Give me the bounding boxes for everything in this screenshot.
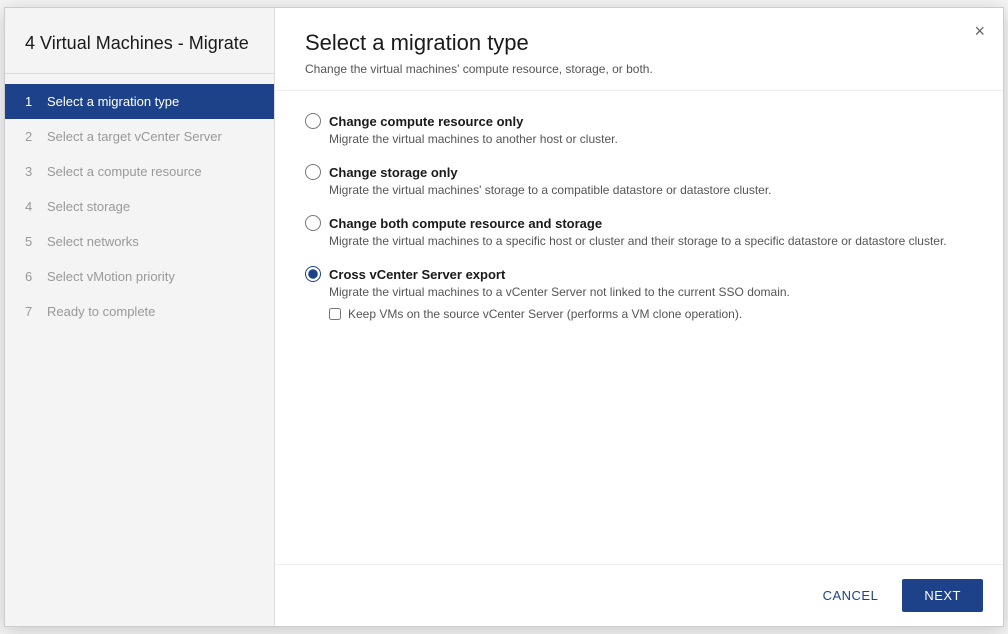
main-panel: Select a migration type Change the virtu…	[275, 8, 1003, 626]
main-title: Select a migration type	[305, 30, 973, 56]
radio-label-text-4[interactable]: Cross vCenter Server export	[329, 267, 505, 282]
step-label: Ready to complete	[47, 304, 155, 319]
radio-desc-4: Migrate the virtual machines to a vCente…	[329, 285, 973, 299]
sidebar-title: 4 Virtual Machines - Migrate	[5, 8, 274, 74]
radio-option-1: Change compute resource only Migrate the …	[305, 113, 973, 146]
radio-label-text-3[interactable]: Change both compute resource and storage	[329, 216, 602, 231]
radio-input-3[interactable]	[305, 215, 321, 231]
radio-label-row-3: Change both compute resource and storage	[305, 215, 973, 231]
sidebar: 4 Virtual Machines - Migrate 1 Select a m…	[5, 8, 275, 626]
radio-label-text-1[interactable]: Change compute resource only	[329, 114, 523, 129]
sidebar-step-2[interactable]: 2 Select a target vCenter Server	[5, 119, 274, 154]
sidebar-step-4[interactable]: 4 Select storage	[5, 189, 274, 224]
radio-desc-2: Migrate the virtual machines' storage to…	[329, 183, 973, 197]
main-footer: CANCEL NEXT	[275, 564, 1003, 626]
main-header: Select a migration type Change the virtu…	[275, 8, 1003, 91]
step-num: 1	[25, 94, 39, 109]
migrate-dialog: 4 Virtual Machines - Migrate 1 Select a m…	[4, 7, 1004, 627]
step-label: Select networks	[47, 234, 139, 249]
close-button[interactable]: ×	[974, 22, 985, 40]
step-num: 2	[25, 129, 39, 144]
step-num: 5	[25, 234, 39, 249]
step-label: Select a target vCenter Server	[47, 129, 222, 144]
keep-vms-label: Keep VMs on the source vCenter Server (p…	[348, 307, 742, 321]
step-label: Select a migration type	[47, 94, 179, 109]
sidebar-step-5[interactable]: 5 Select networks	[5, 224, 274, 259]
main-header-wrap: Select a migration type Change the virtu…	[275, 8, 1003, 91]
sidebar-step-3[interactable]: 3 Select a compute resource	[5, 154, 274, 189]
step-label: Select vMotion priority	[47, 269, 175, 284]
step-num: 4	[25, 199, 39, 214]
sidebar-step-6[interactable]: 6 Select vMotion priority	[5, 259, 274, 294]
sidebar-step-1[interactable]: 1 Select a migration type	[5, 84, 274, 119]
radio-option-3: Change both compute resource and storage…	[305, 215, 973, 248]
radio-desc-3: Migrate the virtual machines to a specif…	[329, 234, 973, 248]
next-button[interactable]: NEXT	[902, 579, 983, 612]
step-label: Select storage	[47, 199, 130, 214]
main-subtitle: Change the virtual machines' compute res…	[305, 62, 973, 76]
radio-label-text-2[interactable]: Change storage only	[329, 165, 458, 180]
step-label: Select a compute resource	[47, 164, 202, 179]
step-num: 3	[25, 164, 39, 179]
radio-input-4[interactable]	[305, 266, 321, 282]
radio-desc-1: Migrate the virtual machines to another …	[329, 132, 973, 146]
steps-list: 1 Select a migration type 2 Select a target…	[5, 74, 274, 339]
step-num: 6	[25, 269, 39, 284]
migration-type-group: Change compute resource only Migrate the …	[305, 113, 973, 321]
radio-option-4: Cross vCenter Server export Migrate the v…	[305, 266, 973, 321]
cancel-button[interactable]: CANCEL	[809, 580, 893, 611]
radio-label-row-4: Cross vCenter Server export	[305, 266, 973, 282]
radio-label-row-2: Change storage only	[305, 164, 973, 180]
radio-input-2[interactable]	[305, 164, 321, 180]
radio-input-1[interactable]	[305, 113, 321, 129]
checkbox-row-4: Keep VMs on the source vCenter Server (p…	[329, 307, 973, 321]
radio-option-2: Change storage only Migrate the virtual m…	[305, 164, 973, 197]
main-body: Change compute resource only Migrate the …	[275, 91, 1003, 564]
step-num: 7	[25, 304, 39, 319]
radio-label-row-1: Change compute resource only	[305, 113, 973, 129]
sidebar-step-7[interactable]: 7 Ready to complete	[5, 294, 274, 329]
keep-vms-checkbox[interactable]	[329, 308, 341, 320]
